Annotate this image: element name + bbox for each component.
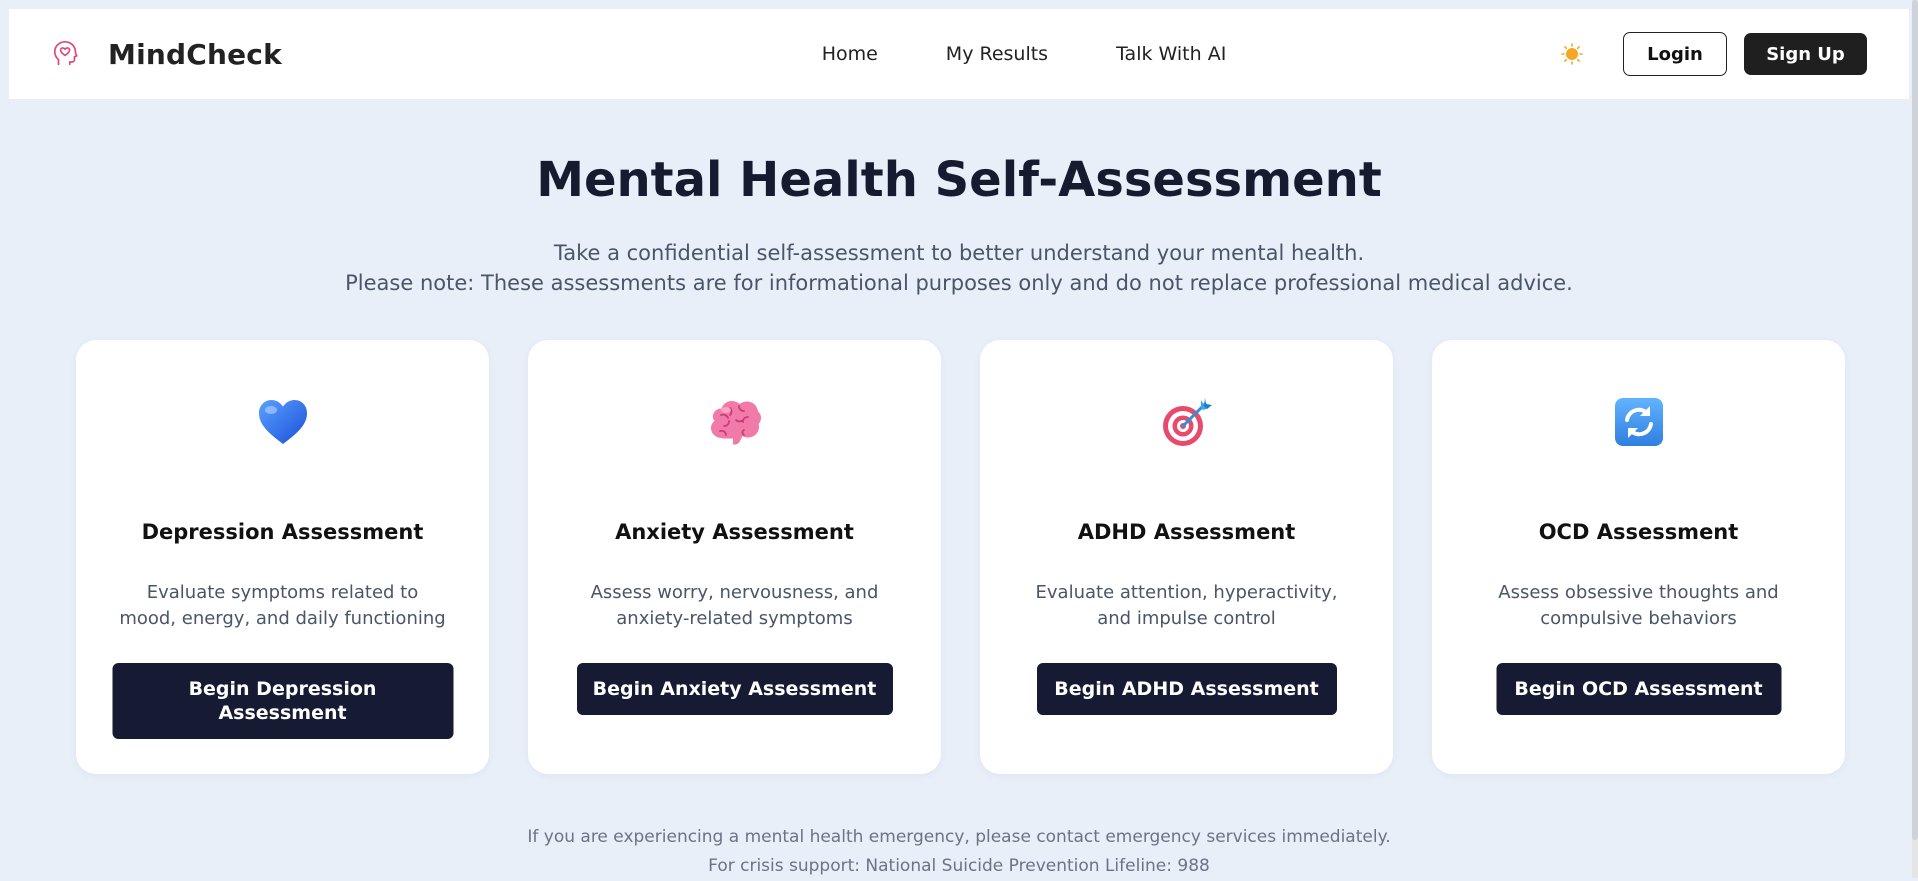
card-title: Anxiety Assessment [615, 520, 854, 544]
scrollbar-thumb[interactable] [1912, 0, 1918, 840]
card-title: Depression Assessment [141, 520, 424, 544]
card-description: Evaluate symptoms related to mood, energ… [119, 582, 446, 629]
begin-anxiety-button[interactable]: Begin Anxiety Assessment [576, 663, 893, 715]
nav-link-talk-with-ai[interactable]: Talk With AI [1116, 43, 1226, 65]
login-button[interactable]: Login [1623, 32, 1727, 76]
head-heart-icon [53, 40, 78, 66]
brain-icon [710, 401, 761, 445]
signup-button[interactable]: Sign Up [1744, 33, 1867, 75]
card-adhd: ADHD Assessment Evaluate attention, hype… [980, 340, 1393, 774]
card-depression: Depression Assessment Evaluate symptoms … [76, 340, 489, 774]
nav-link-home[interactable]: Home [822, 43, 878, 65]
sun-icon[interactable] [1561, 43, 1583, 65]
subtitle-line-2: Please note: These assessments are for i… [345, 271, 1573, 295]
card-description: Assess obsessive thoughts and compulsive… [1498, 582, 1779, 629]
card-description: Assess worry, nervousness, and anxiety-r… [590, 582, 879, 629]
brand[interactable]: MindCheck [51, 9, 282, 99]
blue-heart-icon [258, 400, 307, 444]
page-title: Mental Health Self-Assessment [536, 152, 1382, 208]
nav-actions: Login Sign Up [1561, 9, 1867, 99]
subtitle-line-1: Take a confidential self-assessment to b… [553, 241, 1365, 265]
begin-adhd-button[interactable]: Begin ADHD Assessment [1036, 663, 1337, 715]
card-ocd: OCD Assessment Assess obsessive thoughts… [1432, 340, 1845, 774]
begin-ocd-button[interactable]: Begin OCD Assessment [1496, 663, 1781, 715]
card-description: Evaluate attention, hyperactivity, and i… [1035, 582, 1338, 629]
nav-link-my-results[interactable]: My Results [946, 43, 1048, 65]
target-icon [1162, 398, 1212, 446]
crisis-line-note: For crisis support: National Suicide Pre… [708, 856, 1210, 876]
card-title: ADHD Assessment [1077, 520, 1296, 544]
brand-name: MindCheck [108, 37, 282, 71]
card-anxiety: Anxiety Assessment Assess worry, nervous… [528, 340, 941, 774]
emergency-note: If you are experiencing a mental health … [527, 827, 1391, 847]
assessment-cards: Depression Assessment Evaluate symptoms … [76, 340, 1845, 774]
card-title: OCD Assessment [1538, 520, 1739, 544]
page-subtitle: Take a confidential self-assessment to b… [0, 238, 1918, 298]
begin-depression-button[interactable]: Begin Depression Assessment [112, 663, 453, 739]
repeat-arrows-icon [1614, 398, 1663, 446]
top-navbar: MindCheck Home My Results Talk With AI L… [9, 9, 1909, 99]
